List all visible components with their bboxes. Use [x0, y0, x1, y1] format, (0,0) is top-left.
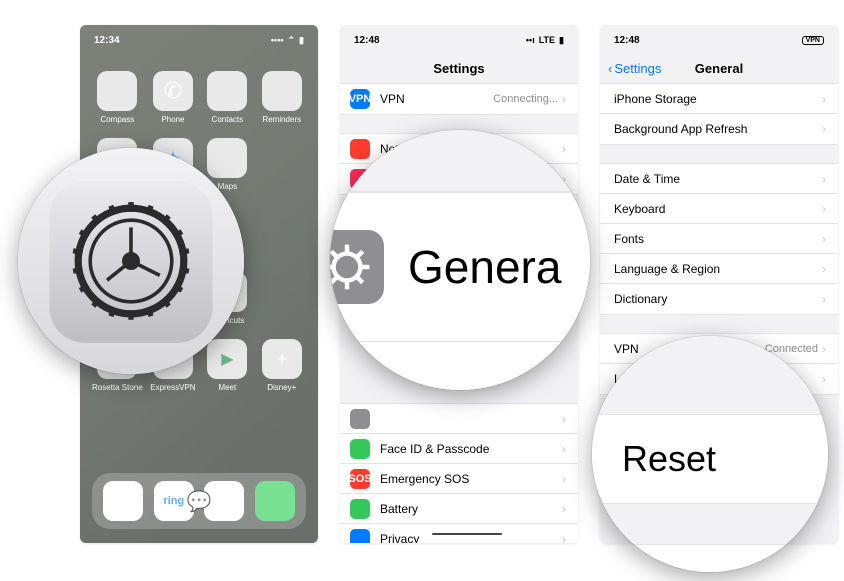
chevron-right-icon: ›: [562, 412, 566, 426]
settings-row-iphone-storage[interactable]: iPhone Storage›: [600, 84, 838, 114]
chevron-right-icon: ›: [822, 292, 826, 306]
network-label: LTE: [539, 35, 555, 45]
row-label: Date & Time: [614, 172, 822, 186]
nav-title: General: [695, 61, 743, 76]
settings-row-[interactable]: ›: [340, 404, 578, 434]
settings-row-general[interactable]: Genera: [330, 192, 590, 342]
row-label: Battery: [380, 502, 562, 516]
row-label: Dictionary: [614, 292, 822, 306]
row-label: Fonts: [614, 232, 822, 246]
settings-row-battery[interactable]: Battery›: [340, 494, 578, 524]
back-label: Settings: [614, 61, 661, 76]
zoom-settings-icon: [18, 148, 244, 374]
gear-icon: [71, 201, 191, 321]
vpn-icon: VPN: [350, 89, 370, 109]
chevron-right-icon: ›: [562, 92, 566, 106]
settings-app-icon[interactable]: [49, 179, 213, 343]
general-row-reset[interactable]: Reset: [592, 414, 828, 504]
battery-icon: ▮: [559, 35, 564, 46]
chevron-right-icon: ›: [562, 532, 566, 543]
sos-icon: SOS: [350, 469, 370, 489]
row-label: Reset: [622, 438, 716, 480]
chevron-left-icon: ‹: [608, 61, 612, 76]
partial-row: [592, 544, 828, 572]
face-icon: [350, 439, 370, 459]
chevron-right-icon: ›: [562, 472, 566, 486]
batt-icon: [350, 499, 370, 519]
row-label: Language & Region: [614, 262, 822, 276]
chevron-right-icon: ›: [822, 232, 826, 246]
chevron-right-icon: ›: [822, 172, 826, 186]
chevron-right-icon: ›: [562, 442, 566, 456]
row-label: Keyboard: [614, 202, 822, 216]
chevron-right-icon: ›: [822, 92, 826, 106]
back-button[interactable]: ‹Settings: [608, 61, 661, 76]
row-label: Genera: [408, 240, 561, 294]
settings-row-dictionary[interactable]: Dictionary›: [600, 284, 838, 314]
settings-row-keyboard[interactable]: Keyboard›: [600, 194, 838, 224]
chevron-right-icon: ›: [822, 122, 826, 136]
chevron-right-icon: ›: [822, 262, 826, 276]
row-label: Face ID & Passcode: [380, 442, 562, 456]
settings-row-date-time[interactable]: Date & Time›: [600, 164, 838, 194]
settings-row-fonts[interactable]: Fonts›: [600, 224, 838, 254]
row-label: iPhone Storage: [614, 92, 822, 106]
zoom-reset-row: Reset: [592, 336, 828, 572]
nav-title: Settings: [433, 61, 484, 76]
settings-row-language-region[interactable]: Language & Region›: [600, 254, 838, 284]
gen-icon: [350, 409, 370, 429]
row-label: Emergency SOS: [380, 472, 562, 486]
priv-icon: [350, 529, 370, 543]
chevron-right-icon: ›: [562, 502, 566, 516]
row-label: Background App Refresh: [614, 122, 822, 136]
gear-icon: [330, 230, 384, 304]
chevron-right-icon: ›: [822, 202, 826, 216]
settings-row-face-id-passcode[interactable]: Face ID & Passcode›: [340, 434, 578, 464]
signal-icon: ••ı: [526, 35, 535, 45]
vpn-badge: VPN: [802, 36, 824, 45]
settings-row-background-app-refresh[interactable]: Background App Refresh›: [600, 114, 838, 144]
settings-row-emergency-sos[interactable]: SOS Emergency SOS›: [340, 464, 578, 494]
status-time: 12:48: [354, 35, 380, 46]
status-time: 12:48: [614, 35, 640, 46]
row-label: VPN: [380, 92, 493, 106]
annotation-underline: [432, 533, 502, 535]
settings-row-vpn[interactable]: VPNVPNConnecting...›: [340, 84, 578, 114]
row-value: Connecting...: [493, 93, 558, 105]
zoom-general-row: Genera: [330, 130, 590, 390]
